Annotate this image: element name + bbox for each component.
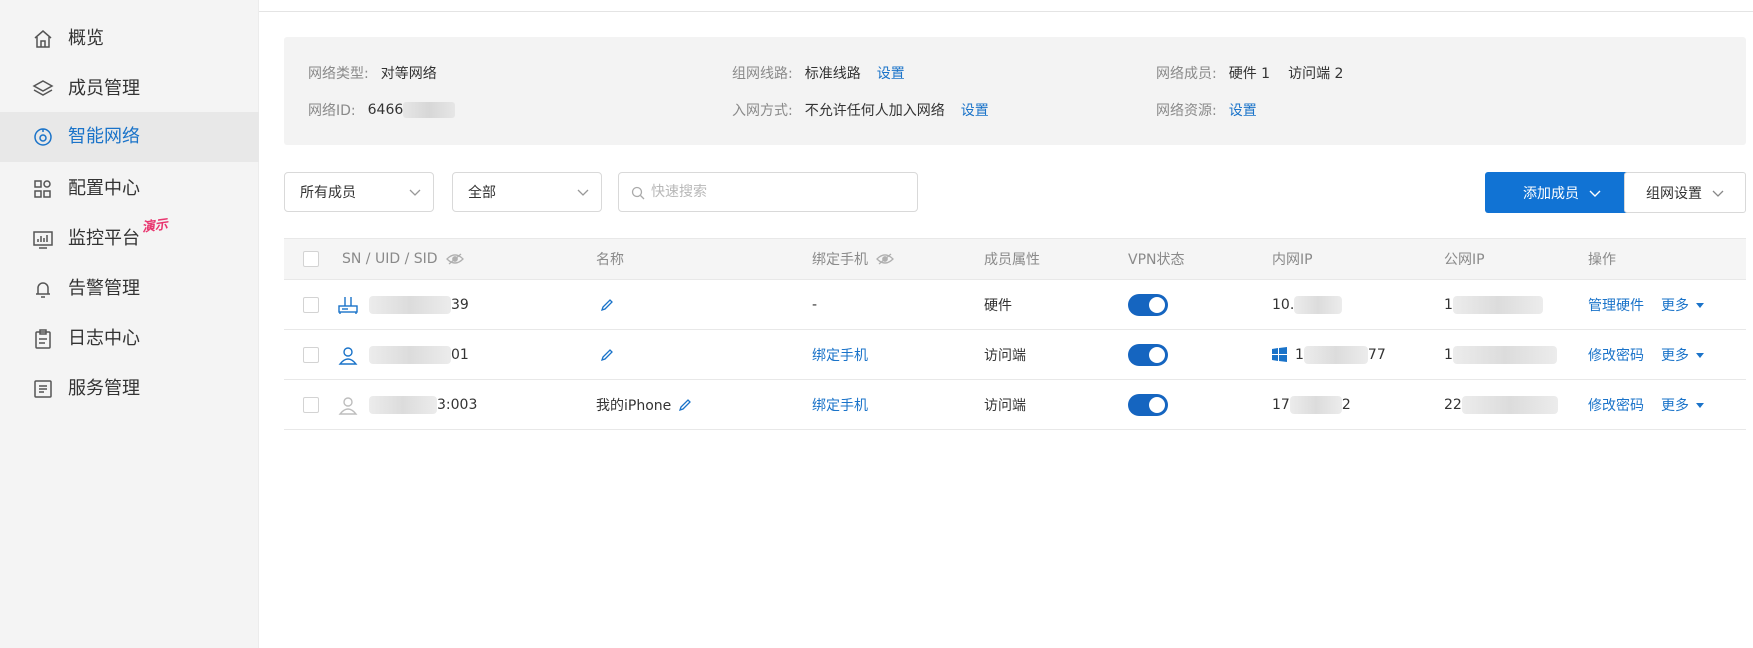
row-checkbox[interactable] (303, 396, 319, 413)
sidebar-item-services[interactable]: 服务管理 (0, 364, 259, 414)
redacted-mask (1452, 345, 1557, 364)
bell-icon (32, 278, 54, 300)
sidebar-item-monitor[interactable]: 监控平台 演示 (0, 214, 259, 264)
join-settings-link[interactable]: 设置 (961, 100, 989, 120)
row-checkbox[interactable] (303, 346, 319, 363)
redacted-mask (1289, 395, 1342, 414)
windows-icon (1272, 347, 1287, 362)
user-icon (338, 396, 358, 415)
chevron-down-icon (1589, 190, 1601, 197)
sidebar-item-label: 配置中心 (68, 178, 140, 199)
redacted-mask (1461, 395, 1558, 414)
sidebar-item-label: 智能网络 (68, 126, 140, 147)
eye-icon[interactable] (876, 253, 894, 265)
info-join-method: 入网方式: 不允许任何人加入网络 设置 (732, 100, 989, 120)
router-icon (338, 296, 358, 314)
network-settings-button[interactable]: 组网设置 (1624, 172, 1746, 213)
sidebar: 概览 成员管理 智能网络 配置中心 监控平台 演示 告警管理 日志中心 服务管理 (0, 0, 259, 648)
list-icon (32, 378, 54, 400)
route-settings-link[interactable]: 设置 (877, 63, 905, 83)
clipboard-icon (32, 328, 54, 350)
sidebar-item-overview[interactable]: 概览 (0, 14, 259, 64)
caret-down-icon (1696, 352, 1704, 358)
header-attr: 成员属性 (984, 252, 1040, 268)
layers-icon (32, 78, 54, 100)
change-password-link[interactable]: 修改密码 (1588, 395, 1644, 415)
select-all-checkbox[interactable] (303, 251, 319, 267)
add-member-button[interactable]: 添加成员 (1485, 172, 1639, 213)
header-sn: SN / UID / SID (342, 239, 464, 279)
vpn-toggle[interactable] (1128, 343, 1168, 366)
chevron-down-icon (1712, 190, 1724, 197)
redacted-mask (369, 395, 437, 414)
sidebar-item-label: 概览 (68, 28, 104, 49)
bind-phone-link[interactable]: 绑定手机 (812, 345, 868, 365)
network-info-panel: 网络类型: 对等网络 网络ID: 6466 组网线路: 标准线路 设置 入网方式… (284, 37, 1746, 145)
header-phone: 绑定手机 (812, 239, 894, 279)
sidebar-item-label: 服务管理 (68, 378, 140, 399)
table-row: 01 绑定手机 访问端 1 77 1 修改密码 更多 (284, 330, 1746, 380)
redacted-mask (1303, 345, 1368, 364)
eye-icon[interactable] (445, 253, 464, 265)
edit-pencil-icon[interactable] (678, 398, 692, 412)
info-route: 组网线路: 标准线路 设置 (732, 63, 905, 83)
change-password-link[interactable]: 修改密码 (1588, 345, 1644, 365)
member-filter-select[interactable]: 所有成员 (284, 172, 434, 212)
redacted-mask (1452, 295, 1543, 314)
table-header: SN / UID / SID 名称 绑定手机 成员属性 VPN状态 内网IP 公… (284, 238, 1746, 280)
sidebar-item-label: 成员管理 (68, 78, 140, 99)
chevron-down-icon (409, 189, 421, 196)
redacted-mask (369, 295, 451, 314)
sidebar-item-smart-network[interactable]: 智能网络 (0, 112, 259, 162)
sidebar-item-config[interactable]: 配置中心 (0, 164, 259, 214)
caret-down-icon (1696, 302, 1704, 308)
redacted-mask (1294, 295, 1343, 314)
demo-badge: 演示 (141, 217, 169, 236)
monitor-icon (32, 228, 54, 250)
sidebar-item-label: 监控平台 (68, 228, 140, 249)
more-dropdown[interactable]: 更多 (1661, 295, 1705, 315)
quick-search-box (618, 172, 918, 212)
redacted-mask (369, 345, 451, 364)
info-resources: 网络资源: 设置 (1156, 100, 1257, 120)
info-network-id: 网络ID: 6466 (308, 100, 456, 120)
sidebar-item-label: 日志中心 (68, 328, 140, 349)
table-row: 3:003 我的iPhone 绑定手机 访问端 17 2 22 修改密码 更多 (284, 380, 1746, 430)
redacted-mask (403, 102, 456, 118)
grid-icon (32, 178, 54, 200)
info-network-type: 网络类型: 对等网络 (308, 66, 437, 82)
more-dropdown[interactable]: 更多 (1661, 395, 1705, 415)
header-vpn: VPN状态 (1128, 252, 1185, 268)
header-divider (259, 11, 1753, 12)
home-icon (32, 28, 54, 50)
resource-settings-link[interactable]: 设置 (1229, 100, 1257, 120)
chevron-down-icon (577, 189, 589, 196)
sidebar-item-label: 告警管理 (68, 278, 140, 299)
vpn-toggle[interactable] (1128, 293, 1168, 316)
edit-pencil-icon[interactable] (600, 348, 614, 362)
caret-down-icon (1696, 402, 1704, 408)
table-row: 39 - 硬件 10. 1 管理硬件 更多 (284, 280, 1746, 330)
sidebar-item-logs[interactable]: 日志中心 (0, 314, 259, 364)
bind-phone-link[interactable]: 绑定手机 (812, 395, 868, 415)
header-wan-ip: 公网IP (1444, 252, 1485, 268)
manage-hardware-link[interactable]: 管理硬件 (1588, 295, 1644, 315)
row-checkbox[interactable] (303, 296, 319, 313)
header-name: 名称 (596, 252, 624, 268)
sidebar-item-members[interactable]: 成员管理 (0, 64, 259, 114)
network-icon (32, 126, 54, 148)
user-icon (338, 346, 358, 365)
status-filter-select[interactable]: 全部 (452, 172, 602, 212)
app-root: 概览 成员管理 智能网络 配置中心 监控平台 演示 告警管理 日志中心 服务管理… (0, 0, 1753, 648)
edit-pencil-icon[interactable] (600, 298, 614, 312)
info-members: 网络成员: 硬件 1 访问端 2 (1156, 66, 1344, 82)
more-dropdown[interactable]: 更多 (1661, 345, 1705, 365)
header-lan-ip: 内网IP (1272, 252, 1313, 268)
vpn-toggle[interactable] (1128, 393, 1168, 416)
main-content: 网络类型: 对等网络 网络ID: 6466 组网线路: 标准线路 设置 入网方式… (259, 0, 1753, 648)
header-action: 操作 (1588, 252, 1616, 268)
sidebar-item-alerts[interactable]: 告警管理 (0, 264, 259, 314)
search-icon (631, 186, 645, 200)
search-input[interactable] (651, 182, 901, 202)
